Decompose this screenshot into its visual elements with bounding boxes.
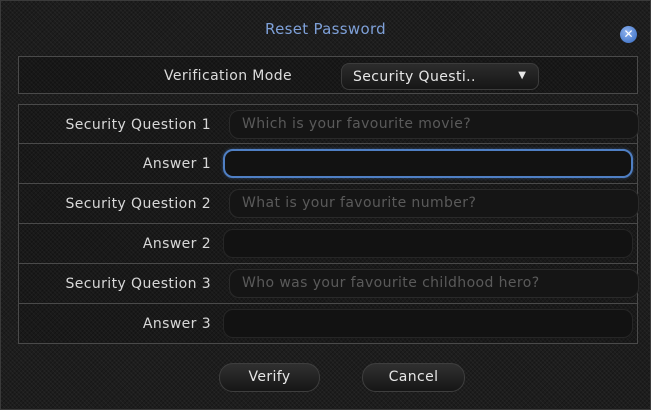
security-question-1-label: Security Question 1 — [65, 117, 211, 133]
answer-2-label: Answer 2 — [142, 236, 211, 252]
verification-mode-value: Security Questi.. — [353, 69, 476, 85]
dropdown-arrow-icon: ▼ — [518, 70, 526, 81]
verification-mode-row: Verification Mode Security Questi.. ▼ — [18, 56, 638, 94]
cancel-button[interactable]: Cancel — [362, 363, 465, 392]
dialog-title: Reset Password — [265, 20, 386, 38]
answer-2-row: Answer 2 — [18, 224, 638, 264]
answer-3-label: Answer 3 — [142, 316, 211, 332]
verify-button[interactable]: Verify — [219, 363, 320, 392]
answer-3-input[interactable] — [223, 309, 633, 338]
title-bar: Reset Password ✕ — [2, 2, 649, 48]
security-question-1-field: Which is your favourite movie? — [229, 110, 639, 139]
security-question-3-label: Security Question 3 — [65, 276, 211, 292]
reset-password-dialog: Reset Password ✕ Verification Mode Secur… — [0, 0, 651, 410]
security-question-2-field: What is your favourite number? — [229, 189, 639, 218]
answer-1-input[interactable] — [223, 149, 633, 178]
security-question-3-field: Who was your favourite childhood hero? — [229, 269, 639, 298]
security-questions-form: Security Question 1 Which is your favour… — [18, 104, 639, 344]
close-icon[interactable]: ✕ — [620, 26, 637, 43]
security-question-2-row: Security Question 2 What is your favouri… — [18, 184, 639, 224]
answer-2-input[interactable] — [223, 229, 633, 258]
answer-1-row: Answer 1 — [18, 144, 638, 184]
security-question-2-label: Security Question 2 — [65, 196, 211, 212]
security-question-1-row: Security Question 1 Which is your favour… — [18, 104, 639, 144]
verification-mode-select[interactable]: Security Questi.. ▼ — [341, 63, 539, 90]
dialog-buttons: Verify Cancel — [1, 363, 650, 393]
answer-1-label: Answer 1 — [142, 156, 211, 172]
verification-mode-label: Verification Mode — [164, 68, 293, 84]
security-question-3-row: Security Question 3 Who was your favouri… — [18, 264, 639, 304]
answer-3-row: Answer 3 — [18, 304, 638, 344]
